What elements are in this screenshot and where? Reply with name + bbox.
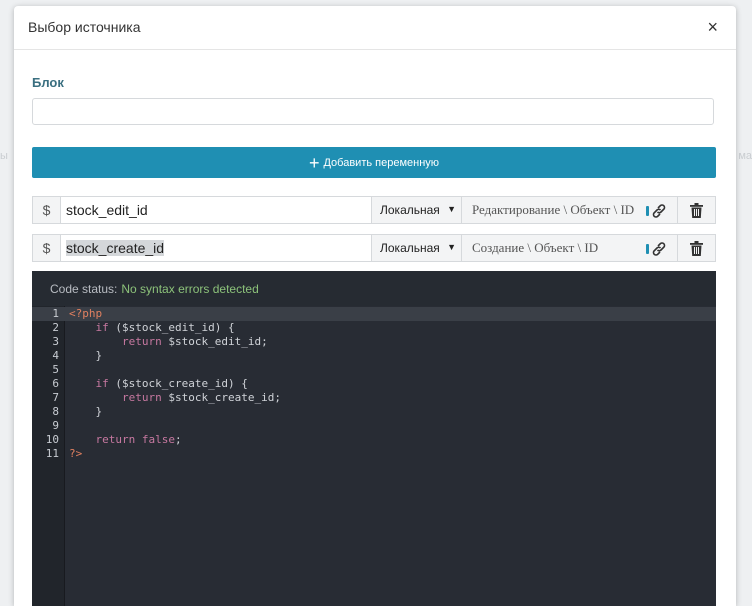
code-text: return $stock_create_id; <box>121 391 281 404</box>
add-variable-button[interactable]: + Добавить переменную <box>32 147 716 178</box>
code-text: <?php <box>69 307 103 320</box>
variable-name-text: stock_create_id <box>66 240 165 256</box>
scope-value: Локальная <box>380 203 440 217</box>
variable-row: $ stock_edit_id Локальная ▼ Редактирован… <box>32 196 716 224</box>
delete-variable-button[interactable] <box>678 235 715 261</box>
code-line[interactable]: 4 } <box>32 349 716 363</box>
code-line[interactable]: 6 if ($stock_create_id) { <box>32 377 716 391</box>
line-number: 8 <box>52 405 59 418</box>
dollar-prefix: $ <box>33 197 61 223</box>
variable-name-input[interactable]: stock_edit_id <box>61 197 372 223</box>
block-label: Блок <box>32 75 64 90</box>
code-status-label: Code status: <box>50 281 118 296</box>
code-text: if ($stock_create_id) { <box>95 377 248 390</box>
code-line[interactable]: 9 <box>32 419 716 433</box>
code-editor[interactable]: Code status: No syntax errors detected 1… <box>32 271 716 606</box>
link-icon[interactable] <box>646 203 668 219</box>
variable-source-path: Создание \ Объект \ ID <box>462 235 678 261</box>
modal-header: Выбор источника × <box>14 6 736 50</box>
trash-icon <box>690 240 703 256</box>
source-select-modal: Выбор источника × Блок + Добавить переме… <box>14 6 736 606</box>
line-number: 4 <box>52 349 59 362</box>
line-number: 3 <box>52 335 59 348</box>
code-line[interactable]: 1 <?php <box>32 307 716 321</box>
scope-select[interactable]: Локальная ▼ <box>372 235 462 261</box>
code-line[interactable]: 7 return $stock_create_id; <box>32 391 716 405</box>
code-text: return false; <box>95 433 182 446</box>
chevron-down-icon: ▼ <box>447 242 456 252</box>
code-text: if ($stock_edit_id) { <box>95 321 235 334</box>
code-line[interactable]: 2 if ($stock_edit_id) { <box>32 321 716 335</box>
close-icon[interactable]: × <box>707 17 718 37</box>
variable-source-path-text: Редактирование \ Объект \ ID <box>472 202 635 217</box>
delete-variable-button[interactable] <box>678 197 715 223</box>
background-text-right: ма <box>738 150 752 162</box>
line-number: 1 <box>52 307 59 320</box>
line-number: 2 <box>52 321 59 334</box>
scope-select[interactable]: Локальная ▼ <box>372 197 462 223</box>
code-status-value: No syntax errors detected <box>121 281 259 296</box>
code-line[interactable]: 5 <box>32 363 716 377</box>
line-number: 6 <box>52 377 59 390</box>
background-text-left: ы <box>0 150 8 162</box>
code-line[interactable]: 10 return false; <box>32 433 716 447</box>
code-text: } <box>69 349 103 362</box>
scope-value: Локальная <box>380 241 440 255</box>
line-number: 7 <box>52 391 59 404</box>
variable-name-input[interactable]: stock_create_id <box>61 235 372 261</box>
line-number: 9 <box>52 419 59 432</box>
variable-source-path: Редактирование \ Объект \ ID <box>462 197 678 223</box>
line-number: 10 <box>45 433 59 446</box>
modal-title: Выбор источника <box>28 19 141 35</box>
code-status-bar: Code status: No syntax errors detected <box>32 271 716 307</box>
code-text: return $stock_edit_id; <box>121 335 268 348</box>
line-number: 11 <box>45 447 59 460</box>
block-input[interactable] <box>32 98 714 125</box>
code-line[interactable]: 11 ?> <box>32 447 716 461</box>
add-variable-label: Добавить переменную <box>323 156 440 169</box>
dollar-prefix: $ <box>33 235 61 261</box>
variable-row: $ stock_create_id Локальная ▼ Создание \… <box>32 234 716 262</box>
line-number: 5 <box>52 363 59 376</box>
chevron-down-icon: ▼ <box>447 204 456 214</box>
plus-icon: + <box>308 152 320 173</box>
code-text: } <box>69 405 103 418</box>
variable-name-text: stock_edit_id <box>66 202 148 218</box>
code-line[interactable]: 3 return $stock_edit_id; <box>32 335 716 349</box>
link-icon[interactable] <box>646 241 668 257</box>
trash-icon <box>690 202 703 218</box>
code-line[interactable]: 8 } <box>32 405 716 419</box>
variable-source-path-text: Создание \ Объект \ ID <box>472 240 599 255</box>
code-area[interactable]: 1 <?php 2 if ($stock_edit_id) {3 return $s… <box>32 306 716 606</box>
code-text: ?> <box>69 447 83 460</box>
